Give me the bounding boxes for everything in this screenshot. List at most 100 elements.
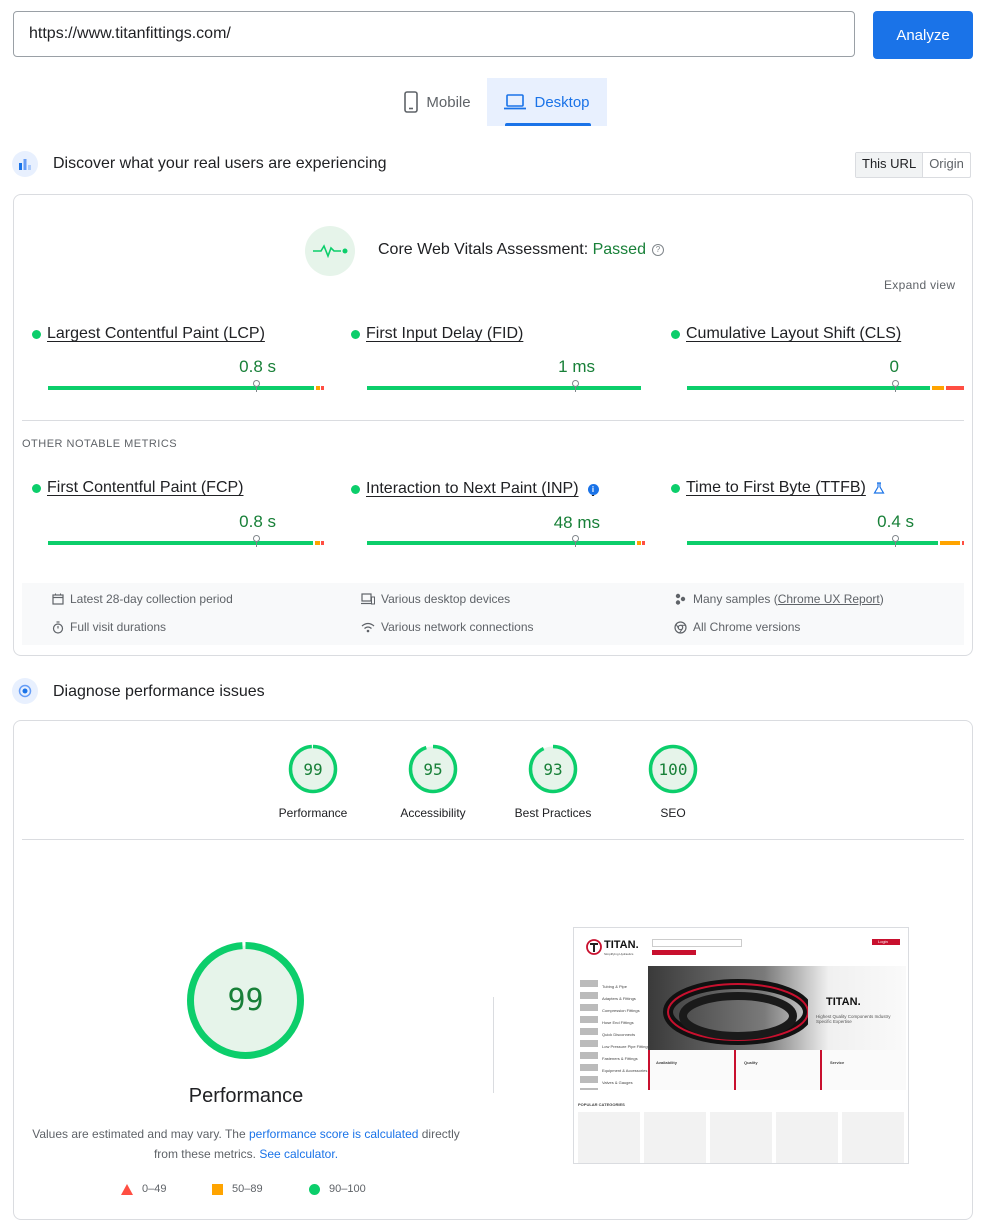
- legend-good: 90–100: [309, 1183, 366, 1195]
- analyze-button[interactable]: Analyze: [873, 11, 973, 59]
- good-status-dot: [32, 483, 41, 493]
- toggle-this-url[interactable]: This URL: [856, 153, 924, 177]
- gauge-screenshot-separator: [493, 997, 494, 1093]
- percentile-marker: [892, 380, 899, 392]
- thumb-category-cards: [578, 1112, 904, 1163]
- thumb-hero-brand: TITAN.: [826, 996, 861, 1008]
- collection-period-text: Latest 28-day collection period: [70, 592, 233, 606]
- good-status-dot: [671, 329, 680, 339]
- metric-fid-value: 1 ms: [558, 357, 595, 376]
- legend-poor: 0–49: [121, 1183, 166, 1195]
- metric-ttfb-distribution-bar: [687, 535, 964, 547]
- tab-desktop[interactable]: Desktop: [487, 78, 607, 126]
- gauge-accessibility-ring: 95: [408, 744, 458, 794]
- metric-inp-value: 48 ms: [553, 513, 600, 532]
- network-connections-text: Various network connections: [381, 620, 534, 634]
- score-calculated-link[interactable]: performance score is calculated: [249, 1127, 418, 1141]
- metric-lcp-name: Largest Contentful Paint (LCP): [47, 325, 265, 342]
- good-status-dot: [671, 483, 680, 493]
- thumb-nav-item: Tubing & Pipe: [602, 984, 627, 989]
- field-data-icon: [12, 151, 38, 177]
- metric-lcp-value: 0.8 s: [239, 357, 276, 376]
- people-icon: [675, 593, 686, 605]
- thumb-feature: Availability: [656, 1060, 677, 1065]
- metric-fid[interactable]: First Input Delay (FID): [351, 325, 523, 343]
- metric-cls[interactable]: Cumulative Layout Shift (CLS): [671, 325, 901, 343]
- metric-cls-value: 0: [889, 357, 899, 376]
- good-status-dot: [351, 484, 360, 494]
- legend-average-range: 50–89: [232, 1183, 263, 1195]
- metric-lcp-distribution-bar: [48, 380, 325, 392]
- category-gauges: 99 Performance 95 Accessibility 93 Best …: [253, 742, 733, 824]
- thumb-search: [652, 939, 742, 947]
- visit-durations: Full visit durations: [52, 620, 166, 634]
- gauge-seo-label: SEO: [660, 806, 686, 820]
- thumb-nav-item: Low Pressure Pipe Fittings: [602, 1044, 650, 1049]
- tab-mobile[interactable]: Mobile: [388, 78, 487, 126]
- average-square-icon: [212, 1183, 223, 1195]
- note-text-1: Values are estimated and may vary. The: [32, 1127, 249, 1141]
- url-input[interactable]: [13, 11, 855, 57]
- thumb-feature: Quality: [744, 1060, 758, 1065]
- gauge-best-practices-label: Best Practices: [514, 806, 592, 820]
- expand-view-link[interactable]: Expand view: [884, 278, 955, 292]
- desktop-devices-text: Various desktop devices: [381, 592, 511, 606]
- metric-lcp[interactable]: Largest Contentful Paint (LCP): [32, 325, 265, 343]
- thumb-nav-item: Adapters & Fittings: [602, 996, 636, 1001]
- chrome-ux-report-link[interactable]: Chrome UX Report: [778, 592, 880, 606]
- network-connections: Various network connections: [361, 620, 534, 634]
- metrics-divider: [22, 420, 964, 421]
- metric-fid-distribution-bar: [367, 380, 641, 392]
- metric-fcp[interactable]: First Contentful Paint (FCP): [32, 479, 244, 497]
- gauge-performance[interactable]: 99 Performance: [253, 742, 373, 824]
- info-icon[interactable]: i: [587, 483, 599, 495]
- legend-good-range: 90–100: [329, 1183, 366, 1195]
- thumb-sidebar: Tubing & Pipe Adapters & Fittings Compre…: [578, 966, 650, 1090]
- see-calculator-link[interactable]: See calculator.: [259, 1147, 338, 1161]
- lab-section-title: Diagnose performance issues: [53, 683, 265, 700]
- metric-ttfb[interactable]: Time to First Byte (TTFB): [671, 479, 885, 497]
- final-screenshot[interactable]: TITAN. Simplifying Hydraulics Login Tubi…: [573, 927, 909, 1164]
- performance-note: Values are estimated and may vary. The p…: [30, 1124, 462, 1164]
- phone-icon: [404, 91, 419, 113]
- gauge-performance-ring: 99: [288, 744, 338, 794]
- thumb-brand: TITAN.: [604, 939, 639, 951]
- samples-prefix: Many samples (: [693, 592, 778, 606]
- percentile-marker: [253, 380, 260, 392]
- good-status-dot: [32, 329, 41, 339]
- thumb-nav-item: Valves & Gauges: [602, 1080, 633, 1085]
- percentile-marker: [572, 535, 579, 547]
- laptop-icon: [504, 94, 527, 110]
- desktop-devices: Various desktop devices: [361, 592, 510, 606]
- help-icon[interactable]: ?: [651, 244, 664, 256]
- metric-ttfb-value: 0.4 s: [877, 512, 914, 531]
- thumb-categories-label: POPULAR CATEGORIES: [578, 1102, 625, 1107]
- thumb-nav-item: Fasteners & Fittings: [602, 1056, 638, 1061]
- percentile-marker: [253, 535, 260, 547]
- tab-desktop-label: Desktop: [534, 93, 590, 111]
- gauge-seo[interactable]: 100 SEO: [613, 742, 733, 824]
- gauge-best-practices-ring: 93: [528, 744, 578, 794]
- toggle-origin[interactable]: Origin: [923, 153, 970, 177]
- cwv-assessment-label: Core Web Vitals Assessment:: [378, 241, 593, 258]
- gauge-accessibility-label: Accessibility: [400, 806, 466, 820]
- metric-fid-name: First Input Delay (FID): [366, 325, 524, 342]
- chrome-icon: [674, 620, 687, 634]
- performance-big-gauge: 99: [187, 942, 304, 1059]
- thumb-nav-item: Quick Disconnects: [602, 1032, 636, 1037]
- poor-triangle-icon: [121, 1183, 133, 1195]
- legend-average: 50–89: [212, 1183, 263, 1195]
- performance-big-label: Performance: [188, 1085, 304, 1107]
- gauges-divider: [22, 839, 964, 840]
- metric-inp[interactable]: Interaction to Next Paint (INP) i: [351, 480, 599, 498]
- gauge-seo-ring: 100: [648, 744, 698, 794]
- gauge-performance-score: 99: [303, 760, 322, 779]
- collection-period: Latest 28-day collection period: [52, 592, 233, 606]
- metric-fcp-name: First Contentful Paint (FCP): [47, 479, 244, 496]
- thumb-feature: Service: [830, 1060, 845, 1065]
- gauge-accessibility[interactable]: 95 Accessibility: [373, 742, 493, 824]
- metric-inp-name: Interaction to Next Paint (INP): [366, 480, 579, 497]
- metric-cls-distribution-bar: [687, 380, 964, 392]
- diagnose-icon: [12, 678, 38, 704]
- gauge-best-practices[interactable]: 93 Best Practices: [493, 742, 613, 824]
